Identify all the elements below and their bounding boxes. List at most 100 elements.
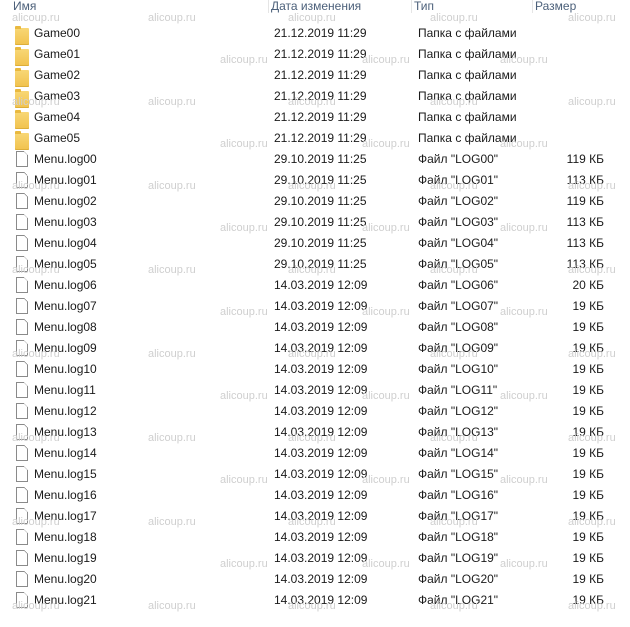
file-name: Game01 [34,47,81,61]
file-row[interactable]: Menu.log06 14.03.2019 12:09 Файл "LOG06" 20… [0,275,630,296]
file-name: Menu.log11 [34,383,96,397]
file-date: 29.10.2019 11:25 [274,215,367,229]
file-date: 14.03.2019 12:09 [274,572,368,586]
file-row[interactable]: Game02 21.12.2019 11:29 Папка с файлами [0,65,630,87]
column-header-date[interactable]: Дата изменения [268,0,411,16]
column-header-size[interactable]: Размер [532,0,630,16]
column-header-name[interactable]: Имя [10,0,268,16]
file-icon [16,277,28,293]
file-row[interactable]: Menu.log13 14.03.2019 12:09 Файл "LOG13" 19… [0,422,630,443]
file-icon [16,256,28,272]
file-row[interactable]: Menu.log17 14.03.2019 12:09 Файл "LOG17" 19… [0,506,630,527]
file-type: Файл "LOG21" [418,593,499,607]
file-row[interactable]: Menu.log02 29.10.2019 11:25 Файл "LOG02" 11… [0,191,630,212]
file-row[interactable]: Menu.log09 14.03.2019 12:09 Файл "LOG09" 19… [0,338,630,359]
file-icon [16,571,28,587]
file-name: Menu.log07 [34,299,97,313]
file-row[interactable]: Menu.log21 14.03.2019 12:09 Файл "LOG21" 19… [0,590,630,611]
file-row[interactable]: Game04 21.12.2019 11:29 Папка с файлами [0,107,630,129]
file-name: Game02 [34,68,81,82]
file-icon [16,403,28,419]
file-row[interactable]: Game03 21.12.2019 11:29 Папка с файлами [0,86,630,108]
file-type: Файл "LOG10" [418,362,499,376]
file-row[interactable]: Menu.log00 29.10.2019 11:25 Файл "LOG00" 11… [0,149,630,170]
file-size: 19 КБ [572,383,604,397]
file-size: 19 КБ [572,551,604,565]
file-type: Файл "LOG09" [418,341,499,355]
file-size: 113 КБ [566,257,604,271]
folder-icon [15,110,29,129]
file-icon [16,487,28,503]
file-row[interactable]: Menu.log03 29.10.2019 11:25 Файл "LOG03" 11… [0,212,630,233]
file-type: Файл "LOG08" [418,320,499,334]
column-header-bar: Имя Дата изменения Тип Размер [0,0,630,16]
file-row[interactable]: Game00 21.12.2019 11:29 Папка с файлами [0,23,630,45]
file-icon [16,424,28,440]
file-size: 113 КБ [566,173,604,187]
file-type: Файл "LOG18" [418,530,499,544]
file-type: Папка с файлами [418,68,517,82]
file-size: 19 КБ [572,299,604,313]
file-date: 14.03.2019 12:09 [274,362,368,376]
file-date: 14.03.2019 12:09 [274,593,368,607]
file-date: 14.03.2019 12:09 [274,320,368,334]
file-size: 119 КБ [566,194,604,208]
file-icon [16,382,28,398]
file-icon [16,550,28,566]
file-date: 14.03.2019 12:09 [274,509,368,523]
file-date: 21.12.2019 11:29 [274,110,367,124]
file-icon [16,319,28,335]
file-type: Файл "LOG15" [418,467,499,481]
file-name: Game03 [34,89,81,103]
file-row[interactable]: Menu.log19 14.03.2019 12:09 Файл "LOG19" 19… [0,548,630,569]
file-row[interactable]: Menu.log16 14.03.2019 12:09 Файл "LOG16" 19… [0,485,630,506]
file-size: 19 КБ [572,593,604,607]
file-name: Menu.log00 [34,152,97,166]
file-type: Файл "LOG03" [418,215,499,229]
folder-icon [15,47,29,66]
file-row[interactable]: Game01 21.12.2019 11:29 Папка с файлами [0,44,630,66]
file-type: Файл "LOG06" [418,278,499,292]
file-size: 19 КБ [572,572,604,586]
file-row[interactable]: Menu.log11 14.03.2019 12:09 Файл "LOG11" 19… [0,380,630,401]
file-date: 14.03.2019 12:09 [274,278,368,292]
file-date: 29.10.2019 11:25 [274,236,367,250]
file-row[interactable]: Menu.log18 14.03.2019 12:09 Файл "LOG18" 19… [0,527,630,548]
file-size: 19 КБ [572,404,604,418]
file-name: Menu.log08 [34,320,97,334]
file-row[interactable]: Menu.log15 14.03.2019 12:09 Файл "LOG15" 19… [0,464,630,485]
file-row[interactable]: Menu.log14 14.03.2019 12:09 Файл "LOG14" 19… [0,443,630,464]
file-row[interactable]: Menu.log07 14.03.2019 12:09 Файл "LOG07" 19… [0,296,630,317]
file-row[interactable]: Menu.log20 14.03.2019 12:09 Файл "LOG20" 19… [0,569,630,590]
file-row[interactable]: Menu.log08 14.03.2019 12:09 Файл "LOG08" 19… [0,317,630,338]
file-date: 29.10.2019 11:25 [274,173,367,187]
file-size: 19 КБ [572,446,604,460]
column-header-type[interactable]: Тип [411,0,532,16]
file-name: Menu.log14 [34,446,97,460]
file-icon [16,529,28,545]
file-row[interactable]: Menu.log05 29.10.2019 11:25 Файл "LOG05" 11… [0,254,630,275]
file-date: 14.03.2019 12:09 [274,467,368,481]
file-date: 14.03.2019 12:09 [274,404,368,418]
file-type: Файл "LOG17" [418,509,499,523]
file-name: Menu.log02 [34,194,97,208]
file-type: Папка с файлами [418,47,517,61]
file-type: Файл "LOG04" [418,236,499,250]
file-type: Папка с файлами [418,26,517,40]
file-icon [16,151,28,167]
file-row[interactable]: Menu.log01 29.10.2019 11:25 Файл "LOG01" 11… [0,170,630,191]
file-name: Menu.log06 [34,278,97,292]
file-date: 21.12.2019 11:29 [274,26,367,40]
file-name: Menu.log01 [34,173,97,187]
file-row[interactable]: Menu.log12 14.03.2019 12:09 Файл "LOG12" 19… [0,401,630,422]
file-type: Файл "LOG01" [418,173,499,187]
file-row[interactable]: Menu.log04 29.10.2019 11:25 Файл "LOG04" 11… [0,233,630,254]
file-icon [16,172,28,188]
file-type: Папка с файлами [418,89,517,103]
file-date: 21.12.2019 11:29 [274,47,367,61]
file-name: Menu.log12 [34,404,97,418]
file-size: 19 КБ [572,425,604,439]
file-row[interactable]: Menu.log10 14.03.2019 12:09 Файл "LOG10" 19… [0,359,630,380]
file-row[interactable]: Game05 21.12.2019 11:29 Папка с файлами [0,128,630,150]
file-icon [16,214,28,230]
